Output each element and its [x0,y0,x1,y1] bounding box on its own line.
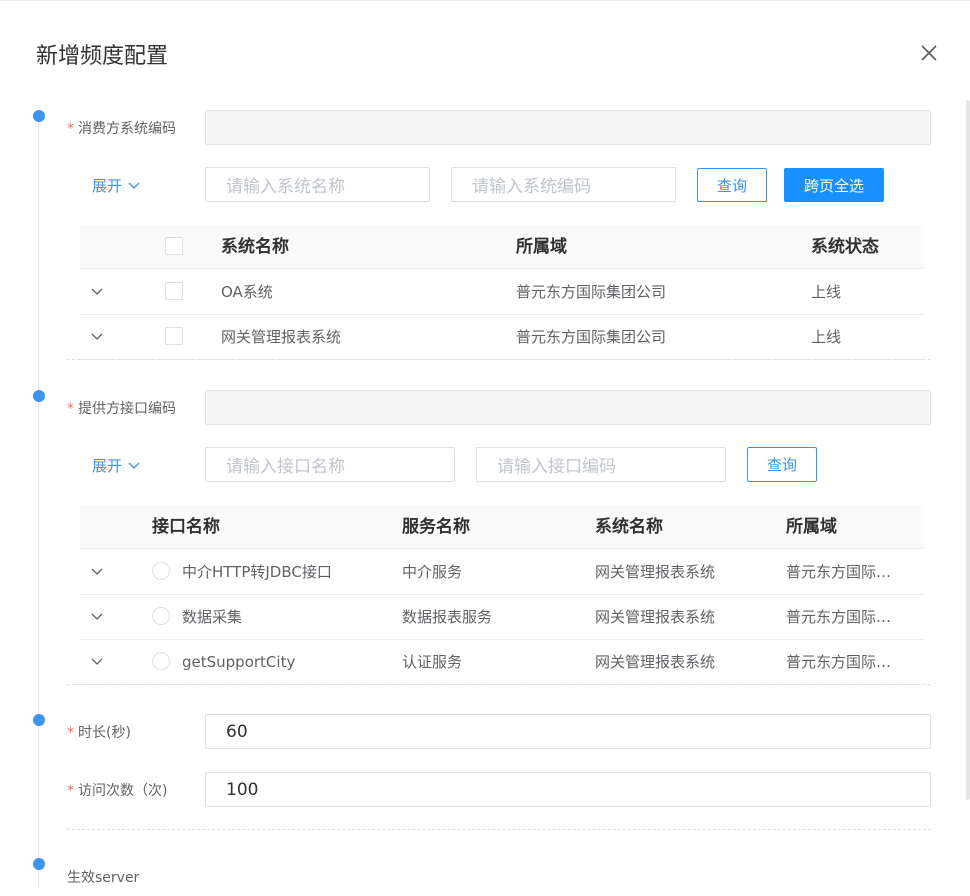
duration-input[interactable]: 60 [205,714,931,749]
section-divider [67,359,931,360]
row-radio[interactable] [152,652,170,670]
table-row[interactable]: 中介HTTP转JDBC接口 中介服务 网关管理报表系统 普元东方国际… [80,550,924,595]
chevron-down-icon [91,613,103,620]
system-name-cell: OA系统 [221,283,273,301]
system-name-cell: 网关管理报表系统 [595,608,716,626]
expand-row-button[interactable] [90,609,104,623]
timeline-dot [33,858,45,870]
table-row[interactable]: OA系统 普元东方国际集团公司 上线 [80,270,924,315]
interface-name-cell: 数据采集 [182,608,243,626]
close-icon [921,45,937,61]
visits-label: * 访问次数（次) [67,783,168,799]
section-divider [67,684,931,685]
status-cell: 上线 [811,328,842,346]
column-header: 服务名称 [402,517,470,537]
row-radio[interactable] [152,562,170,580]
timeline-dot [33,714,45,726]
row-checkbox[interactable] [165,282,183,300]
domain-cell: 普元东方国际… [786,653,892,671]
column-header: 系统名称 [595,517,663,537]
column-header: 接口名称 [152,517,220,537]
consumer-code-label: * 消费方系统编码 [67,121,176,137]
table-row[interactable]: 数据采集 数据报表服务 网关管理报表系统 普元东方国际… [80,595,924,640]
system-name-input[interactable]: 请输入系统名称 [205,167,430,202]
expand-row-button[interactable] [90,284,104,298]
interface-name-cell: 中介HTTP转JDBC接口 [182,563,332,581]
close-button[interactable] [916,40,942,66]
select-all-pages-button[interactable]: 跨页全选 [784,168,884,202]
chevron-down-icon [91,333,103,340]
timeline-dot [33,390,45,402]
expand-row-button[interactable] [90,564,104,578]
consumer-expand-toggle[interactable]: 展开 [92,175,140,196]
service-name-cell: 中介服务 [402,563,463,581]
chevron-down-icon [91,288,103,295]
table-header: 系统名称 所属域 系统状态 [80,225,924,269]
provider-interface-table: 接口名称 服务名称 系统名称 所属域 中介HTTP转JDBC接口 中介服务 网关… [80,505,924,685]
provider-code-label: * 提供方接口编码 [67,401,176,417]
consumer-code-field[interactable] [205,110,931,145]
column-header: 系统状态 [811,237,879,257]
provider-expand-toggle[interactable]: 展开 [92,455,140,476]
consumer-system-table: 系统名称 所属域 系统状态 OA系统 普元东方国际集团公司 上线 网关管理报表系… [80,225,924,360]
table-header: 接口名称 服务名称 系统名称 所属域 [80,505,924,549]
service-name-cell: 数据报表服务 [402,608,493,626]
system-name-cell: 网关管理报表系统 [595,563,716,581]
row-checkbox[interactable] [165,327,183,345]
service-name-cell: 认证服务 [402,653,463,671]
table-row[interactable]: 网关管理报表系统 普元东方国际集团公司 上线 [80,315,924,360]
chevron-down-icon [91,568,103,575]
row-radio[interactable] [152,607,170,625]
column-header: 系统名称 [221,237,289,257]
chevron-down-icon [128,182,140,189]
chevron-down-icon [91,658,103,665]
domain-cell: 普元东方国际集团公司 [516,283,667,301]
timeline-dot [33,110,45,122]
chevron-down-icon [128,462,140,469]
section-divider [67,829,931,830]
domain-cell: 普元东方国际… [786,563,892,581]
system-name-cell: 网关管理报表系统 [595,653,716,671]
interface-name-input[interactable]: 请输入接口名称 [205,447,455,482]
provider-query-button[interactable]: 查询 [747,447,817,482]
domain-cell: 普元东方国际… [786,608,892,626]
server-label: 生效server [67,870,140,886]
timeline-line [38,116,39,886]
scrollbar[interactable] [966,100,970,800]
column-header: 所属域 [786,517,837,537]
select-all-checkbox[interactable] [165,237,183,255]
expand-row-button[interactable] [90,654,104,668]
domain-cell: 普元东方国际集团公司 [516,328,667,346]
column-header: 所属域 [516,237,567,257]
interface-code-input[interactable]: 请输入接口编码 [476,447,726,482]
dialog-title: 新增频度配置 [36,44,169,69]
provider-code-field[interactable] [205,390,931,425]
duration-label: * 时长(秒) [67,725,131,741]
system-name-cell: 网关管理报表系统 [221,328,342,346]
table-row[interactable]: getSupportCity 认证服务 网关管理报表系统 普元东方国际… [80,640,924,685]
consumer-query-button[interactable]: 查询 [697,168,767,202]
system-code-input[interactable]: 请输入系统编码 [451,167,676,202]
interface-name-cell: getSupportCity [182,653,296,671]
expand-row-button[interactable] [90,329,104,343]
top-divider [0,0,970,1]
status-cell: 上线 [811,283,842,301]
visits-input[interactable]: 100 [205,772,931,807]
